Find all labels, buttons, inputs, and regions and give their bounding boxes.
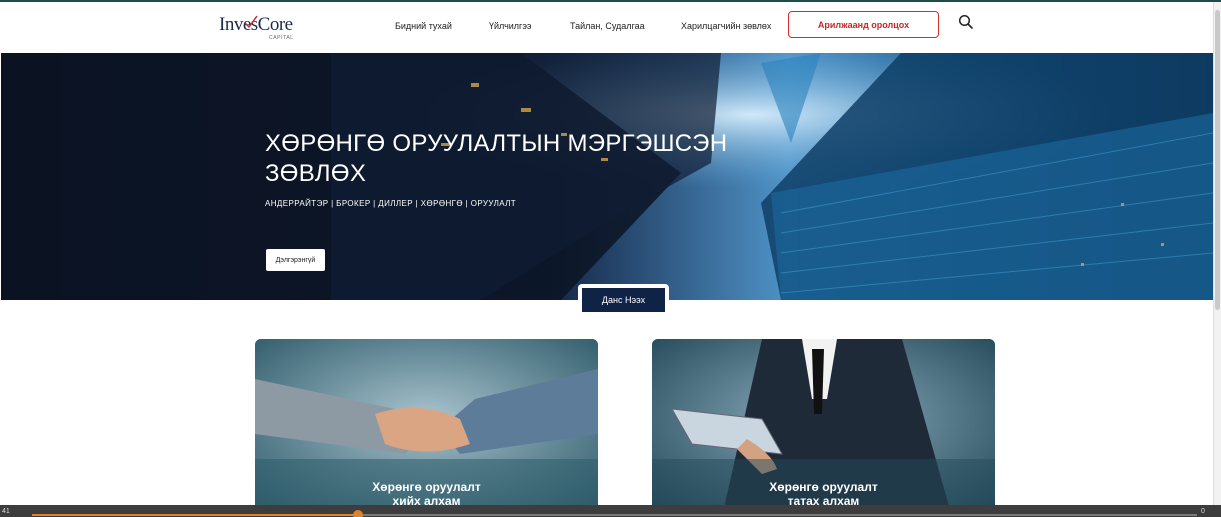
logo[interactable]: InvesCore CAPITAL (219, 14, 299, 44)
progress-handle[interactable] (353, 510, 363, 517)
nav-about[interactable]: Бидний тухай (395, 21, 452, 31)
card-title: Хөрөнгө оруулалт хийх алхам (255, 480, 598, 508)
logo-check-icon (244, 15, 258, 28)
hero-banner: ХӨРӨНГӨ ОРУУЛАЛТЫН МЭРГЭШСЭН ЗӨВЛӨХ АНДЕ… (1, 53, 1213, 300)
card-title-line1: Хөрөнгө оруулалт (372, 480, 481, 494)
video-progress-bar[interactable]: 41 0 (0, 505, 1221, 517)
logo-subtext: CAPITAL (269, 35, 294, 41)
card-withdraw-steps[interactable]: Хөрөнгө оруулалт татах алхам (652, 339, 995, 517)
remaining-time: 0 (1201, 508, 1205, 515)
nav-advisor[interactable]: Харилцагчийн зөвлөх (681, 21, 771, 31)
scrollbar-thumb[interactable] (1215, 10, 1220, 310)
nav-services[interactable]: Үйлчилгээ (489, 21, 532, 31)
search-icon[interactable] (958, 14, 974, 30)
hero-title: ХӨРӨНГӨ ОРУУЛАЛТЫН МЭРГЭШСЭН ЗӨВЛӨХ (265, 130, 728, 187)
open-account-button-wrapper: Данс Нээх (578, 284, 669, 313)
site-header: InvesCore CAPITAL Бидний тухай Үйлчилгээ… (0, 2, 1221, 53)
trade-cta-button[interactable]: Арилжаанд оролцох (788, 11, 939, 38)
page-scrollbar[interactable] (1213, 2, 1221, 517)
progress-fill (32, 514, 358, 516)
elapsed-time: 41 (2, 508, 10, 515)
card-title-line1: Хөрөнгө оруулалт (769, 480, 878, 494)
hero-more-button[interactable]: Дэлгэрэнгүй (266, 249, 325, 271)
card-title: Хөрөнгө оруулалт татах алхам (652, 480, 995, 508)
card-invest-steps[interactable]: Хөрөнгө оруулалт хийх алхам (255, 339, 598, 517)
nav-reports[interactable]: Тайлан, Судалгаа (570, 21, 645, 31)
hero-subtitle: АНДЕРРАЙТЭР | БРОКЕР | ДИЛЛЕР | ХӨРӨНГӨ … (265, 199, 517, 208)
open-account-button[interactable]: Данс Нээх (582, 288, 665, 312)
